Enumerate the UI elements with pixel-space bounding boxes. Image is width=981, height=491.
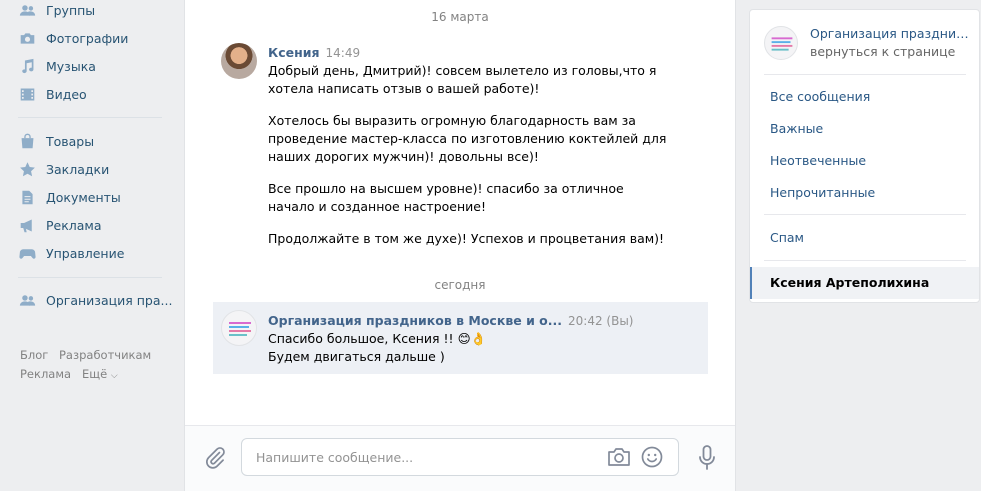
active-conversation-item[interactable]: Ксения Артеполихина [750, 267, 979, 299]
conversation-filter-panel: Организация праздников в Москве и област… [749, 9, 980, 303]
filter-all-messages[interactable]: Все сообщения [770, 89, 870, 104]
message-time[interactable]: 14:49 [326, 46, 361, 60]
nav-item-manage[interactable]: Управление [18, 241, 124, 265]
video-icon [18, 85, 36, 103]
message-header: Организация праздников в Москве и о... 20… [268, 313, 633, 328]
nav-label: Закладки [46, 161, 110, 177]
chat-window: 16 марта Ксения 14:49 Добрый день, Дмитри… [184, 0, 736, 491]
footer-more-label: Ещё [82, 367, 108, 381]
nav-label: Музыка [46, 58, 96, 74]
avatar [764, 26, 798, 60]
megaphone-icon [18, 216, 36, 234]
nav-item-video[interactable]: Видео [18, 82, 87, 106]
panel-divider [764, 74, 966, 75]
nav-label: Видео [46, 86, 87, 102]
document-icon [18, 188, 36, 206]
nav-item-bookmarks[interactable]: Закладки [18, 157, 109, 181]
nav-item-photos[interactable]: Фотографии [18, 26, 128, 50]
message-text: Добрый день, Дмитрий)! совсем вылетело и… [268, 62, 668, 262]
nav-divider [18, 117, 162, 118]
nav-label: Товары [46, 133, 95, 149]
smile-icon[interactable] [641, 446, 663, 468]
active-conversation-label: Ксения Артеполихина [770, 275, 930, 290]
message-paragraph: Добрый день, Дмитрий)! совсем вылетело и… [268, 63, 657, 96]
message-line: Спасибо большое, Ксения !! [268, 331, 454, 346]
nav-item-music[interactable]: Музыка [18, 54, 96, 78]
nav-item-documents[interactable]: Документы [18, 185, 121, 209]
footer-more-link[interactable]: Ещё ⌵ [82, 367, 118, 381]
community-header[interactable]: Организация праздников в Москве и област… [764, 24, 970, 66]
groups-icon [18, 1, 36, 19]
nav-label: Организация пра... [46, 292, 173, 308]
message-paragraph: Хотелось бы выразить огромную благодарно… [268, 113, 667, 164]
nav-item-goods[interactable]: Товары [18, 129, 94, 153]
nav-label: Реклама [46, 217, 102, 233]
nav-item-groups[interactable]: Группы [18, 0, 95, 22]
avatar[interactable] [221, 43, 257, 79]
nav-divider [18, 277, 162, 278]
emoji: 😊👌 [457, 331, 487, 346]
community-logo-icon [771, 37, 793, 51]
star-icon [18, 160, 36, 178]
nav-item-ads[interactable]: Реклама [18, 213, 102, 237]
message-text: Спасибо большое, Ксения !! 😊👌 Будем двиг… [268, 330, 668, 366]
music-icon [18, 57, 36, 75]
message-line: Будем двигаться дальше ) [268, 349, 445, 364]
message-paragraph: Продолжайте в том же духе)! Успехов и пр… [268, 231, 665, 246]
footer-blog-link[interactable]: Блог [20, 348, 48, 362]
panel-divider [764, 260, 966, 261]
avatar[interactable] [221, 310, 257, 346]
left-sidebar: Группы Фотографии Музыка Видео Товары За… [0, 0, 172, 491]
filter-unanswered[interactable]: Неотвеченные [770, 153, 866, 168]
message-header: Ксения 14:49 [268, 45, 360, 60]
groups-icon [18, 291, 36, 309]
gamepad-icon [18, 244, 36, 262]
filter-important[interactable]: Важные [770, 121, 823, 136]
chevron-down-icon: ⌵ [110, 371, 118, 381]
microphone-icon[interactable] [695, 444, 719, 472]
camera-icon[interactable] [607, 447, 631, 467]
back-to-page-link[interactable]: вернуться к странице [810, 44, 955, 59]
nav-label: Управление [46, 245, 125, 261]
date-separator: сегодня [434, 278, 486, 292]
message-composer [185, 425, 735, 491]
footer-developers-link[interactable]: Разработчикам [59, 348, 151, 362]
panel-divider [764, 214, 966, 215]
footer-ads-link[interactable]: Реклама [20, 367, 71, 381]
message-time[interactable]: 20:42 (Вы) [568, 314, 633, 328]
filter-spam[interactable]: Спам [770, 230, 804, 245]
community-title[interactable]: Организация праздников в Москве и област… [810, 26, 970, 41]
date-separator: 16 марта [431, 10, 489, 24]
attach-icon[interactable] [203, 446, 227, 470]
nav-label: Группы [46, 2, 96, 18]
message-author[interactable]: Организация праздников в Москве и о... [268, 313, 562, 328]
message-author[interactable]: Ксения [268, 45, 320, 60]
nav-label: Фотографии [46, 30, 129, 46]
nav-label: Документы [46, 189, 121, 205]
filter-unread[interactable]: Непрочитанные [770, 185, 875, 200]
nav-item-community[interactable]: Организация пра... [18, 288, 172, 312]
message-paragraph: Все прошло на высшем уровне)! спасибо за… [268, 181, 624, 214]
camera-icon [18, 29, 36, 47]
bag-icon [18, 132, 36, 150]
